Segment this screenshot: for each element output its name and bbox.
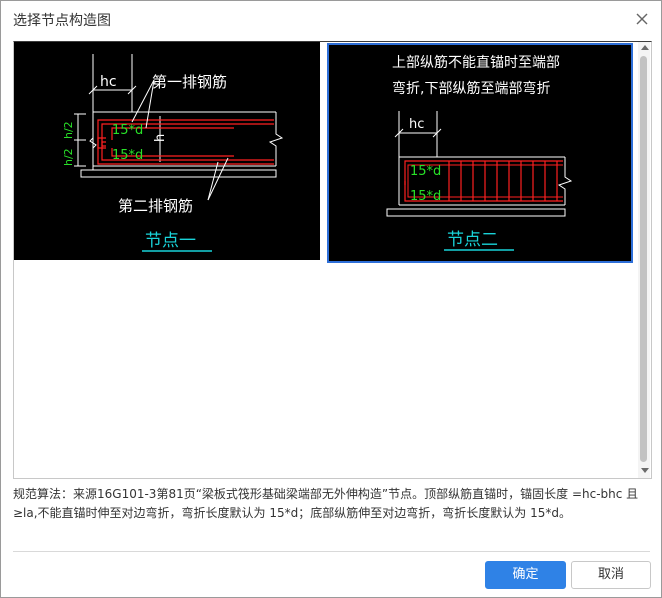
dim-h-label: h: [153, 134, 168, 142]
label-first-row-rebar: 第一排钢筋: [152, 73, 227, 91]
node-detail-dialog: 选择节点构造图 hc 第一排钢筋 第二排钢筋 h h/2 h/2 15*d 15…: [0, 0, 662, 598]
anchor-bottom-label: 15*d: [410, 189, 441, 204]
ok-button[interactable]: 确定: [485, 561, 566, 589]
node-card-1[interactable]: hc 第一排钢筋 第二排钢筋 h h/2 h/2 15*d 15*d 节点一: [14, 42, 320, 260]
base-slab: [80, 169, 277, 178]
dialog-title: 选择节点构造图: [13, 13, 111, 29]
stirrups: [448, 161, 558, 201]
cancel-button[interactable]: 取消: [571, 561, 651, 589]
base-slab: [386, 208, 566, 217]
dim-h-half-bottom: h/2: [62, 148, 75, 166]
close-icon[interactable]: [631, 8, 653, 30]
scroll-down-arrow-icon[interactable]: [641, 468, 649, 473]
label-second-row-rebar: 第二排钢筋: [118, 197, 193, 215]
node-gallery: hc 第一排钢筋 第二排钢筋 h h/2 h/2 15*d 15*d 节点一 上…: [13, 41, 652, 479]
dim-hc-label: hc: [100, 74, 117, 90]
anchor-bottom-label: 15*d: [112, 148, 143, 163]
anchor-top-label: 15*d: [410, 164, 441, 179]
node-card-2[interactable]: 上部纵筋不能直锚时至端部 弯折,下部纵筋至端部弯折 hc 15*d 15*d 节…: [327, 43, 633, 263]
node-2-drawing: 上部纵筋不能直锚时至端部 弯折,下部纵筋至端部弯折 hc 15*d 15*d 节…: [386, 54, 573, 251]
scrollbar-thumb[interactable]: [640, 56, 647, 462]
break-line-right: [557, 157, 573, 205]
node-2-note-line1: 上部纵筋不能直锚时至端部: [392, 54, 560, 71]
node-1-drawing: hc 第一排钢筋 第二排钢筋 h h/2 h/2 15*d 15*d 节点一: [62, 54, 284, 252]
dim-h-half-top: h/2: [62, 121, 75, 139]
footer-divider: [13, 551, 650, 552]
anchor-top-label: 15*d: [112, 123, 143, 138]
scroll-up-arrow-icon[interactable]: [641, 45, 649, 50]
node-1-caption: 节点一: [145, 231, 196, 251]
dim-hc-label: hc: [409, 117, 424, 132]
node-2-note-line2: 弯折,下部纵筋至端部弯折: [392, 80, 550, 97]
node-2-caption: 节点二: [447, 230, 498, 250]
algorithm-description: 规范算法：来源16G101-3第81页“梁板式筏形基础梁端部无外伸构造”节点。顶…: [13, 487, 639, 520]
dialog-titlebar: 选择节点构造图: [1, 1, 661, 37]
